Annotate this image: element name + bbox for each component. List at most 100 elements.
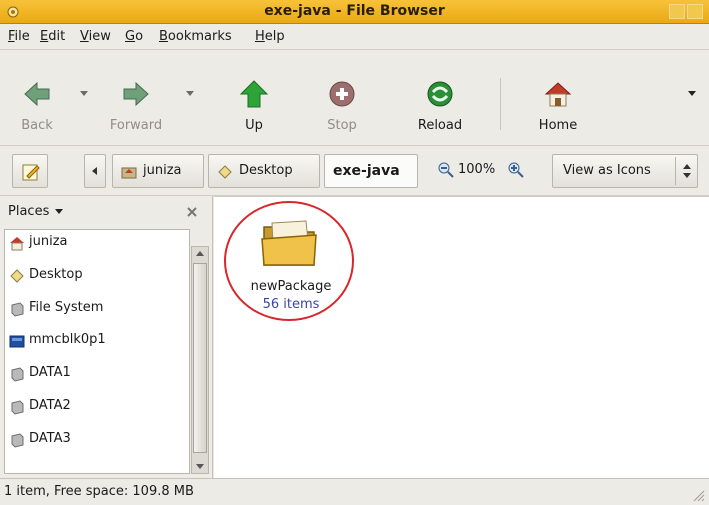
scroll-up-icon[interactable]: [196, 251, 204, 256]
places-label: Places: [8, 204, 50, 219]
menu-mnemonic: H: [255, 29, 265, 44]
menu-label: dit: [48, 29, 66, 44]
place-label: DATA3: [29, 431, 71, 446]
path-button-exe-java[interactable]: exe-java: [324, 154, 418, 188]
home-label: Home: [538, 118, 578, 133]
desktop-icon: [218, 165, 232, 179]
menu-label: elp: [264, 29, 285, 44]
forward-history-arrow-icon[interactable]: [186, 91, 194, 96]
menu-view[interactable]: View: [80, 29, 111, 44]
zoom-out-icon[interactable]: [438, 162, 454, 178]
back-history-arrow-icon[interactable]: [80, 91, 88, 96]
path-button-juniza[interactable]: juniza: [112, 154, 204, 188]
scrollbar-thumb[interactable]: [193, 263, 207, 453]
place-label: File System: [29, 300, 104, 315]
place-item-data2[interactable]: DATA2: [5, 394, 189, 420]
place-item-mmcblk0p1[interactable]: mmcblk0p1: [5, 328, 189, 354]
path-scroll-left-button[interactable]: [84, 154, 106, 188]
places-list: juniza Desktop File System mmcblk0p1 DAT…: [4, 229, 190, 474]
desktop-icon: [10, 269, 24, 283]
menu-mnemonic: B: [159, 29, 168, 44]
stop-button[interactable]: Stop: [320, 50, 364, 146]
drive-icon: [11, 367, 24, 382]
forward-arrow-icon: [123, 81, 149, 107]
menu-edit[interactable]: Edit: [40, 29, 65, 44]
sidebar-scrollbar[interactable]: [191, 246, 209, 474]
view-mode-label: View as Icons: [563, 163, 651, 178]
menu-label: ile: [14, 29, 30, 44]
reload-icon: [427, 81, 453, 107]
forward-button[interactable]: Forward: [100, 50, 172, 146]
menu-file[interactable]: File: [8, 29, 30, 44]
back-label: Back: [21, 118, 53, 133]
window-controls: [669, 4, 705, 19]
scroll-down-icon[interactable]: [196, 464, 204, 469]
menu-mnemonic: V: [80, 29, 89, 44]
path-label: Desktop: [239, 163, 293, 178]
toggle-location-button[interactable]: [12, 154, 48, 188]
menu-bookmarks[interactable]: Bookmarks: [159, 29, 232, 44]
place-item-juniza[interactable]: juniza: [5, 230, 189, 256]
home-icon: [10, 237, 24, 251]
home-button[interactable]: Home: [526, 50, 590, 146]
place-item-data3[interactable]: DATA3: [5, 427, 189, 453]
zoom-level[interactable]: 100%: [458, 162, 495, 177]
window-title: exe-java - File Browser: [264, 3, 445, 19]
toolbar-separator: [500, 78, 501, 130]
select-divider: [675, 157, 676, 185]
drive-icon: [11, 433, 24, 448]
menu-mnemonic: E: [40, 29, 49, 44]
place-label: mmcblk0p1: [29, 332, 106, 347]
sidebar-header: Places: [0, 196, 213, 228]
place-item-data1[interactable]: DATA1: [5, 361, 189, 387]
back-button[interactable]: Back: [10, 50, 64, 146]
reload-button[interactable]: Reload: [410, 50, 470, 146]
menu-bar: File Edit View Go Bookmarks Help: [0, 24, 709, 50]
maximize-button[interactable]: [687, 4, 703, 19]
stop-label: Stop: [327, 118, 357, 133]
minimize-button[interactable]: [669, 4, 685, 19]
places-dropdown[interactable]: Places: [8, 204, 64, 219]
drive-icon: [11, 400, 24, 415]
location-bar: juniza Desktop exe-java 100% View as Ico…: [0, 146, 709, 196]
place-item-desktop[interactable]: Desktop: [5, 263, 189, 289]
menu-help[interactable]: Help: [255, 29, 285, 44]
place-label: Desktop: [29, 267, 83, 282]
menu-mnemonic: G: [125, 29, 136, 44]
view-mode-select[interactable]: View as Icons: [552, 154, 698, 188]
highlight-circle: [224, 201, 354, 321]
spin-up-icon: [683, 164, 691, 169]
path-button-desktop[interactable]: Desktop: [208, 154, 320, 188]
title-bar: exe-java - File Browser: [0, 0, 709, 24]
resize-grip-icon[interactable]: [691, 488, 705, 502]
reload-label: Reload: [417, 118, 463, 133]
toolbar: Back Forward Up Stop Reload Home: [0, 50, 709, 146]
chevron-down-icon: [55, 209, 64, 214]
edit-location-icon: [22, 164, 40, 181]
close-icon[interactable]: [185, 205, 199, 219]
up-label: Up: [245, 118, 263, 133]
status-text: 1 item, Free space: 109.8 MB: [4, 484, 194, 499]
file-view[interactable]: newPackage 56 items: [214, 196, 709, 478]
menu-label: iew: [88, 29, 111, 44]
place-label: DATA1: [29, 365, 71, 380]
drive-icon: [11, 302, 24, 317]
place-item-file-system[interactable]: File System: [5, 296, 189, 322]
status-bar: 1 item, Free space: 109.8 MB: [0, 478, 709, 505]
path-label: exe-java: [333, 163, 400, 179]
menu-go[interactable]: Go: [125, 29, 143, 44]
sidebar: Places juniza Desktop File System mmcblk…: [0, 196, 213, 478]
up-button[interactable]: Up: [232, 50, 276, 146]
path-label: juniza: [143, 163, 182, 178]
toolbar-overflow-icon[interactable]: [688, 91, 696, 96]
place-label: juniza: [29, 234, 68, 249]
chevron-left-icon: [92, 167, 97, 175]
home-folder-icon: [121, 167, 137, 179]
stop-icon: [329, 81, 355, 107]
place-label: DATA2: [29, 398, 71, 413]
home-icon: [544, 82, 572, 107]
sd-card-icon: [9, 335, 25, 348]
spin-down-icon: [683, 173, 691, 178]
zoom-in-icon[interactable]: [508, 162, 524, 178]
menu-label: ookmarks: [167, 29, 232, 44]
